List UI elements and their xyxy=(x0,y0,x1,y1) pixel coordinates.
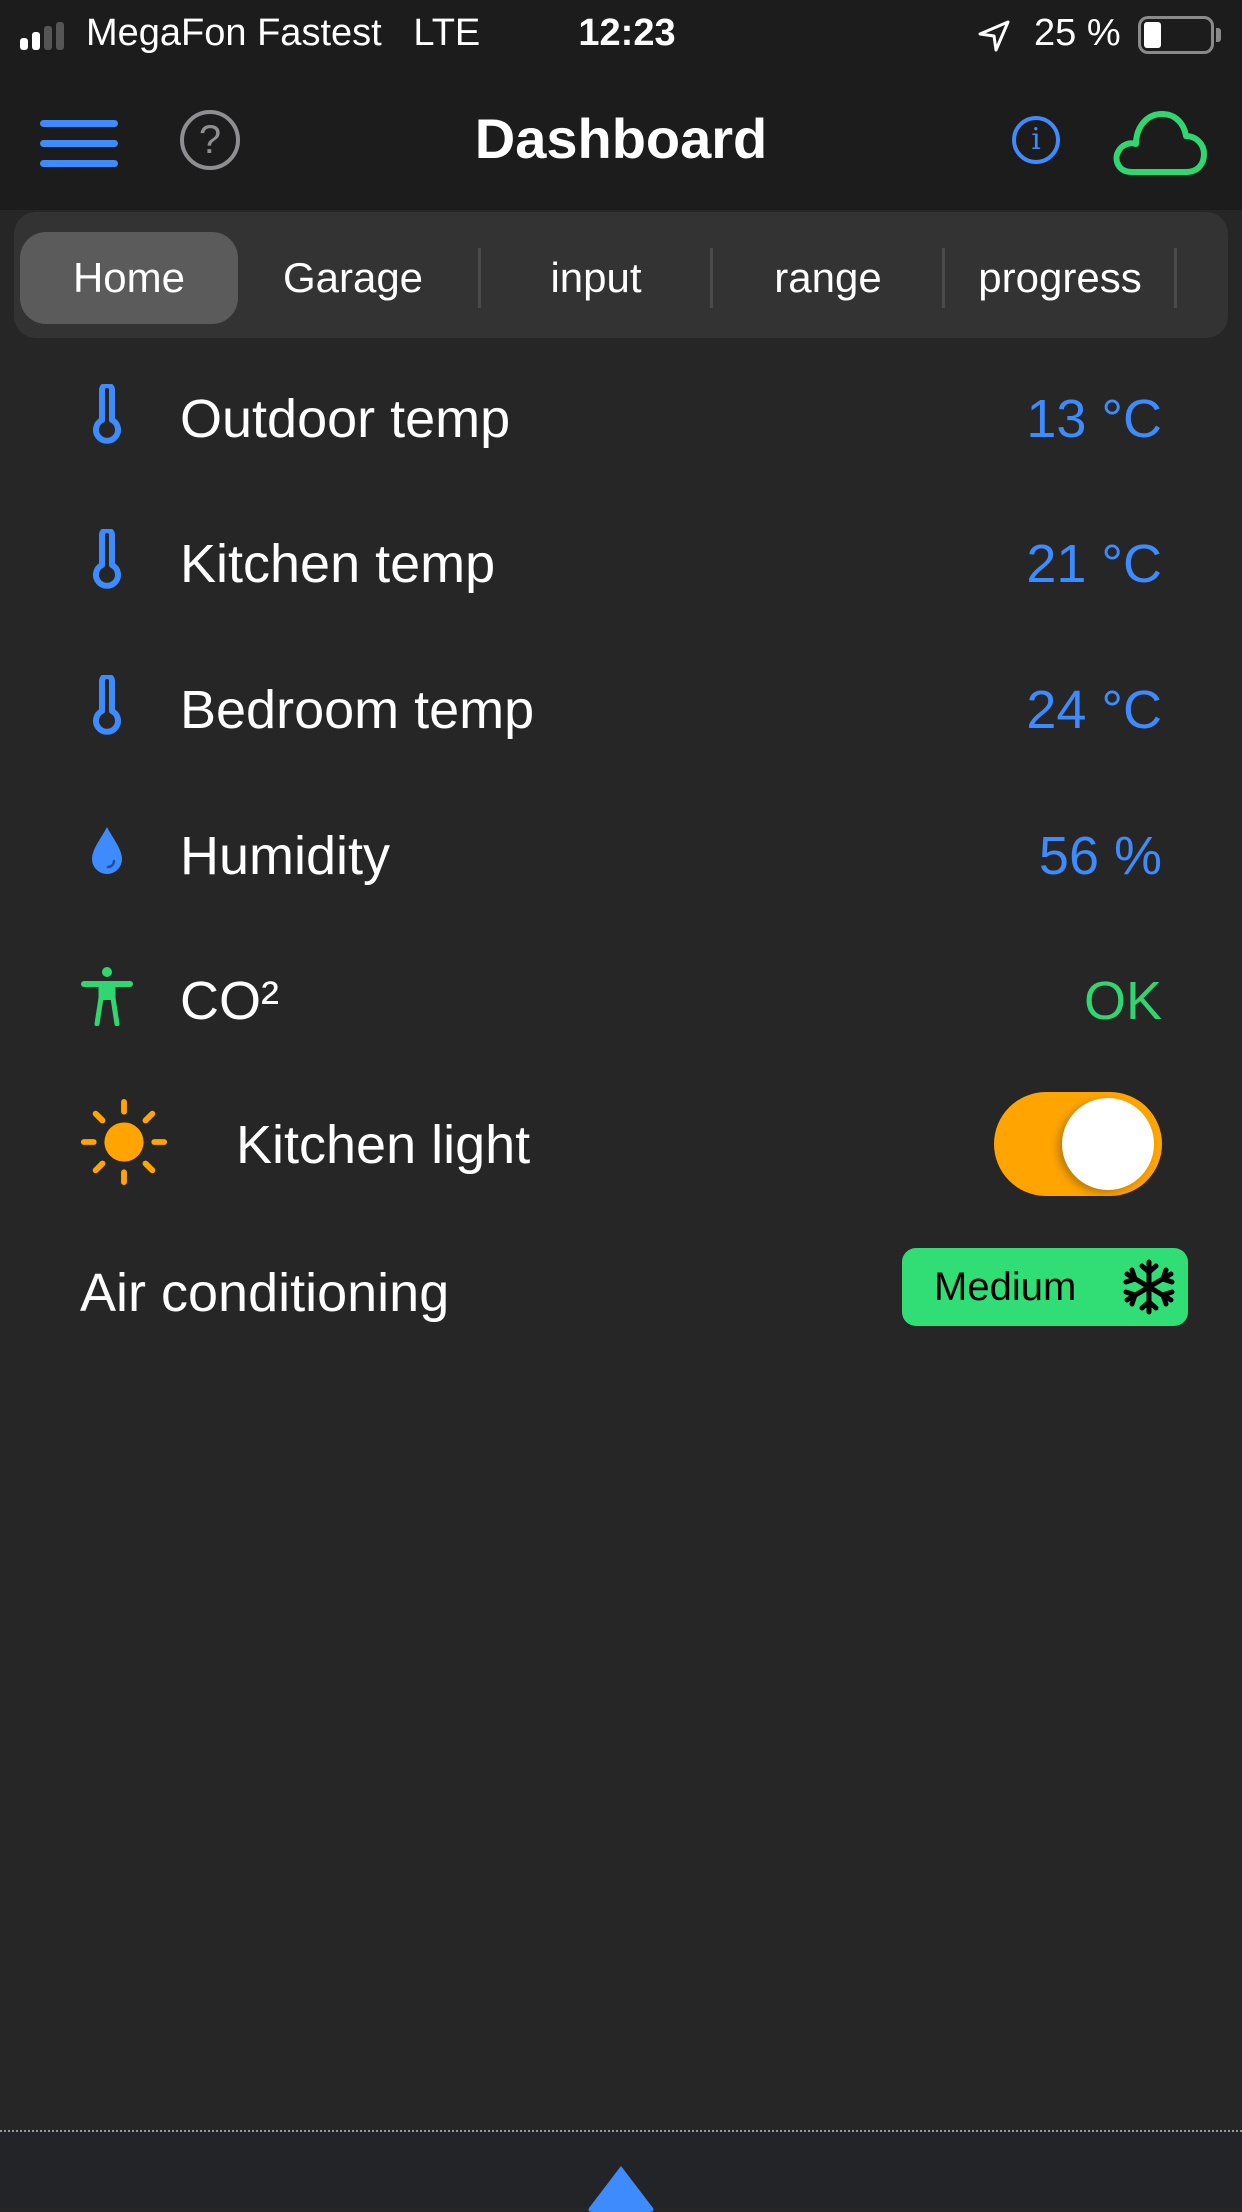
sensor-row-outdoor-temp: Outdoor temp 13 °C xyxy=(0,364,1242,464)
battery-tip xyxy=(1216,28,1221,42)
droplet-icon xyxy=(92,827,122,874)
sensor-label: Kitchen temp xyxy=(180,534,496,594)
sensor-value: 21 °C xyxy=(1026,534,1162,594)
sensor-value: 24 °C xyxy=(1026,680,1162,740)
tab-progress[interactable]: progress xyxy=(946,232,1174,324)
sensor-label: CO² xyxy=(180,971,279,1031)
sensor-row-humidity: Humidity 56 % xyxy=(0,801,1242,901)
tab-garage[interactable]: Garage xyxy=(240,232,466,324)
location-arrow-icon xyxy=(978,20,1010,52)
tab-separator xyxy=(710,248,713,308)
tab-home[interactable]: Home xyxy=(20,232,238,324)
tab-separator xyxy=(1174,248,1177,308)
air-conditioning-label: Air conditioning xyxy=(80,1263,450,1323)
sensor-row-co2: CO² OK xyxy=(0,946,1242,1046)
sun-icon xyxy=(80,1098,168,1186)
kitchen-light-label: Kitchen light xyxy=(236,1115,531,1175)
sensor-value: 13 °C xyxy=(1026,389,1162,449)
thermometer-icon xyxy=(93,675,121,735)
triangle-up-icon[interactable] xyxy=(585,2164,657,2212)
person-icon xyxy=(81,967,133,1026)
mode-label: Medium xyxy=(934,1265,1077,1309)
snowflake-icon xyxy=(1123,1259,1175,1315)
battery-icon xyxy=(1138,16,1214,54)
kitchen-light-toggle[interactable] xyxy=(994,1092,1162,1196)
thermometer-icon xyxy=(93,384,121,444)
tab-input[interactable]: input xyxy=(482,232,710,324)
sensor-label: Bedroom temp xyxy=(180,680,535,740)
nav-bar: ? Dashboard i xyxy=(0,72,1242,210)
sensor-row-kitchen-temp: Kitchen temp 21 °C xyxy=(0,509,1242,609)
tab-separator xyxy=(942,248,945,308)
bottom-drawer xyxy=(0,2130,1242,2212)
tab-bar: Home Garage input range progress xyxy=(14,212,1228,338)
sensor-label: Humidity xyxy=(180,826,391,886)
sensor-row-bedroom-temp: Bedroom temp 24 °C xyxy=(0,655,1242,755)
tab-separator xyxy=(478,248,481,308)
battery-percent: 25 % xyxy=(1034,12,1121,54)
air-conditioning-mode-button[interactable]: Medium xyxy=(902,1248,1188,1326)
cloud-icon[interactable] xyxy=(1110,106,1210,178)
thermometer-icon xyxy=(93,529,121,589)
tab-range[interactable]: range xyxy=(714,232,942,324)
sensor-value: 56 % xyxy=(1038,826,1162,886)
status-bar: MegaFon Fastest LTE 12:23 25 % xyxy=(0,0,1242,72)
battery-fill xyxy=(1144,22,1161,48)
toggle-knob xyxy=(1062,1098,1154,1190)
sensor-label: Outdoor temp xyxy=(180,389,511,449)
sensor-value: OK xyxy=(1083,971,1162,1031)
info-icon[interactable]: i xyxy=(1012,116,1060,164)
